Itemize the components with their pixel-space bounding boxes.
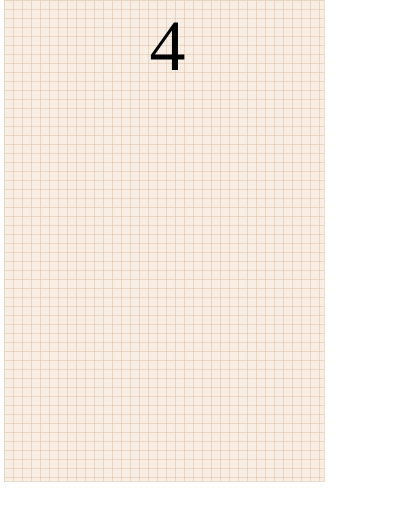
page-number: 4 [149,6,186,86]
graph-paper-page: 4 [4,0,325,482]
